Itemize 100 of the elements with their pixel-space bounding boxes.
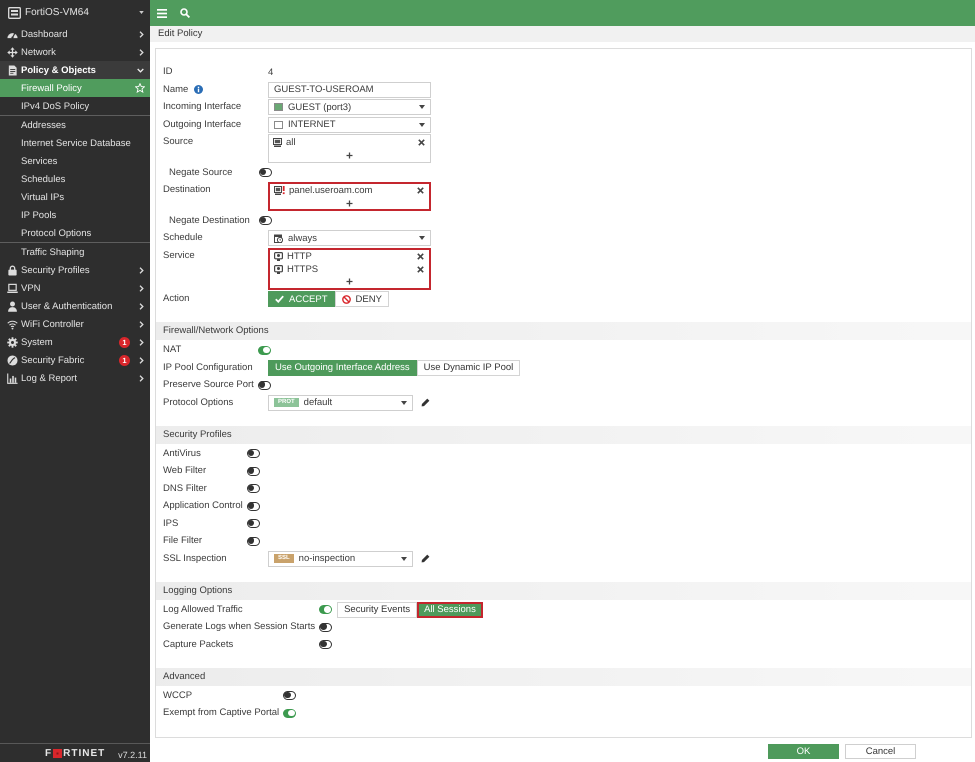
- field-label: Preserve Source Port: [163, 379, 254, 391]
- field-label: WCCP: [163, 690, 192, 702]
- field-label: Incoming Interface: [163, 101, 242, 113]
- sidebar-subitem[interactable]: Protocol Options: [0, 224, 150, 242]
- field-label: DNS Filter: [163, 482, 207, 494]
- toggle-switch[interactable]: [246, 484, 260, 493]
- add-icon[interactable]: [346, 152, 353, 158]
- dropdown-field[interactable]: always: [268, 230, 431, 246]
- sidebar-item[interactable]: WiFi Controller: [0, 315, 150, 333]
- field-label: Destination: [163, 184, 211, 196]
- wifi-icon: [7, 318, 18, 330]
- chevron-right-icon: [139, 320, 144, 328]
- multi-select-field[interactable]: all: [268, 134, 431, 163]
- sidebar-subitem[interactable]: Internet Service Database: [0, 134, 150, 152]
- multi-select-field[interactable]: panel.useroam.com: [268, 182, 431, 211]
- caret-down-icon: [401, 400, 407, 404]
- sidebar-subitem[interactable]: IPv4 DoS Policy: [0, 97, 150, 115]
- field-label: Schedule: [163, 232, 203, 244]
- version-label: v7.2.11: [118, 750, 147, 762]
- sidebar-item[interactable]: Log & Report: [0, 369, 150, 387]
- add-icon[interactable]: [346, 278, 353, 285]
- ban-icon: [342, 294, 351, 304]
- sidebar-subitem[interactable]: Addresses: [0, 116, 150, 134]
- sidebar-subitem[interactable]: IP Pools: [0, 206, 150, 224]
- toggle-switch[interactable]: [319, 622, 332, 632]
- lock-icon: [7, 264, 18, 276]
- list-entry[interactable]: HTTP: [270, 250, 429, 262]
- text-input[interactable]: GUEST-TO-USEROAM: [268, 82, 431, 98]
- list-entry[interactable]: HTTPS: [270, 262, 429, 276]
- screen-icon: [274, 264, 283, 274]
- field-label: Capture Packets: [163, 638, 234, 650]
- dropdown-field[interactable]: GUEST (port3): [268, 99, 431, 115]
- dropdown-field[interactable]: INTERNET: [268, 116, 431, 132]
- toggle-switch[interactable]: [246, 449, 260, 458]
- sidebar-item[interactable]: User & Authentication: [0, 297, 150, 315]
- field-label: Generate Logs when Session Starts: [163, 621, 316, 633]
- logo-mark-icon: [53, 748, 62, 758]
- option-button[interactable]: Use Dynamic IP Pool: [416, 360, 520, 376]
- list-entry[interactable]: all: [269, 136, 430, 149]
- sidebar-item[interactable]: Security Profiles: [0, 261, 150, 279]
- close-icon[interactable]: [417, 266, 424, 272]
- action-button[interactable]: DENY: [334, 291, 389, 307]
- device-selector[interactable]: FortiOS-VM64: [0, 0, 150, 25]
- toggle-switch[interactable]: [259, 168, 272, 177]
- toggle-switch[interactable]: [283, 691, 296, 700]
- field-label: File Filter: [163, 535, 202, 547]
- toggle-switch[interactable]: [319, 605, 332, 614]
- field-label: Service: [163, 250, 195, 262]
- sidebar-item[interactable]: Network: [0, 43, 150, 61]
- toggle-switch[interactable]: [258, 380, 271, 390]
- toggle-switch[interactable]: [258, 346, 271, 354]
- toggle-switch[interactable]: [246, 536, 260, 546]
- sidebar-subitem[interactable]: Services: [0, 152, 150, 170]
- caret-down-icon: [139, 11, 144, 14]
- field-label: Source: [163, 136, 194, 148]
- field-label: ID: [163, 66, 172, 78]
- sidebar-subitem[interactable]: Virtual IPs: [0, 188, 150, 206]
- multi-select-field[interactable]: HTTP HTTPS: [268, 248, 431, 290]
- pencil-icon[interactable]: [421, 554, 430, 563]
- toggle-switch[interactable]: [259, 216, 272, 225]
- sidebar-subitem[interactable]: Traffic Shaping: [0, 243, 150, 261]
- toggle-switch[interactable]: [319, 640, 332, 649]
- add-icon[interactable]: [346, 200, 353, 206]
- field-label: Name: [163, 84, 188, 96]
- field-label: Outgoing Interface: [163, 118, 242, 130]
- sidebar-item[interactable]: Policy & Objects: [0, 61, 150, 79]
- sidebar-item[interactable]: VPN: [0, 279, 150, 297]
- star-icon[interactable]: [135, 83, 145, 93]
- option-button[interactable]: Security Events: [337, 602, 418, 618]
- toggle-switch[interactable]: [246, 466, 260, 476]
- move-arrows-icon: [7, 46, 18, 58]
- close-icon[interactable]: [417, 187, 424, 194]
- cancel-button[interactable]: Cancel: [845, 744, 916, 758]
- search-icon[interactable]: [180, 8, 190, 18]
- field-label: SSL Inspection: [163, 552, 227, 564]
- close-icon[interactable]: [418, 139, 425, 146]
- section-header: Logging Options: [156, 582, 971, 600]
- field-value: 4: [268, 66, 274, 78]
- toggle-switch[interactable]: [246, 519, 260, 528]
- section-header: Security Profiles: [156, 426, 971, 444]
- section-header: Advanced: [156, 668, 971, 686]
- info-icon[interactable]: [194, 85, 204, 94]
- field-label: IP Pool Configuration: [163, 362, 253, 374]
- sidebar-item[interactable]: Dashboard: [0, 25, 150, 43]
- caret-down-icon: [419, 122, 425, 126]
- field-label: Web Filter: [163, 465, 206, 477]
- sidebar-subitem[interactable]: Schedules: [0, 170, 150, 188]
- list-entry[interactable]: panel.useroam.com: [270, 184, 429, 197]
- field-label: AntiVirus: [163, 448, 201, 460]
- field-label: Log Allowed Traffic: [163, 604, 243, 616]
- close-icon[interactable]: [417, 252, 424, 260]
- document-icon: [7, 64, 18, 76]
- pencil-icon[interactable]: [421, 398, 430, 407]
- swirl-circle-icon: [7, 354, 18, 366]
- chevron-right-icon: [139, 302, 144, 310]
- field-label: Negate Destination: [169, 214, 250, 226]
- toggle-switch[interactable]: [246, 502, 260, 510]
- caret-down-icon: [419, 236, 425, 240]
- menu-icon[interactable]: [157, 8, 167, 18]
- toggle-switch[interactable]: [283, 708, 296, 718]
